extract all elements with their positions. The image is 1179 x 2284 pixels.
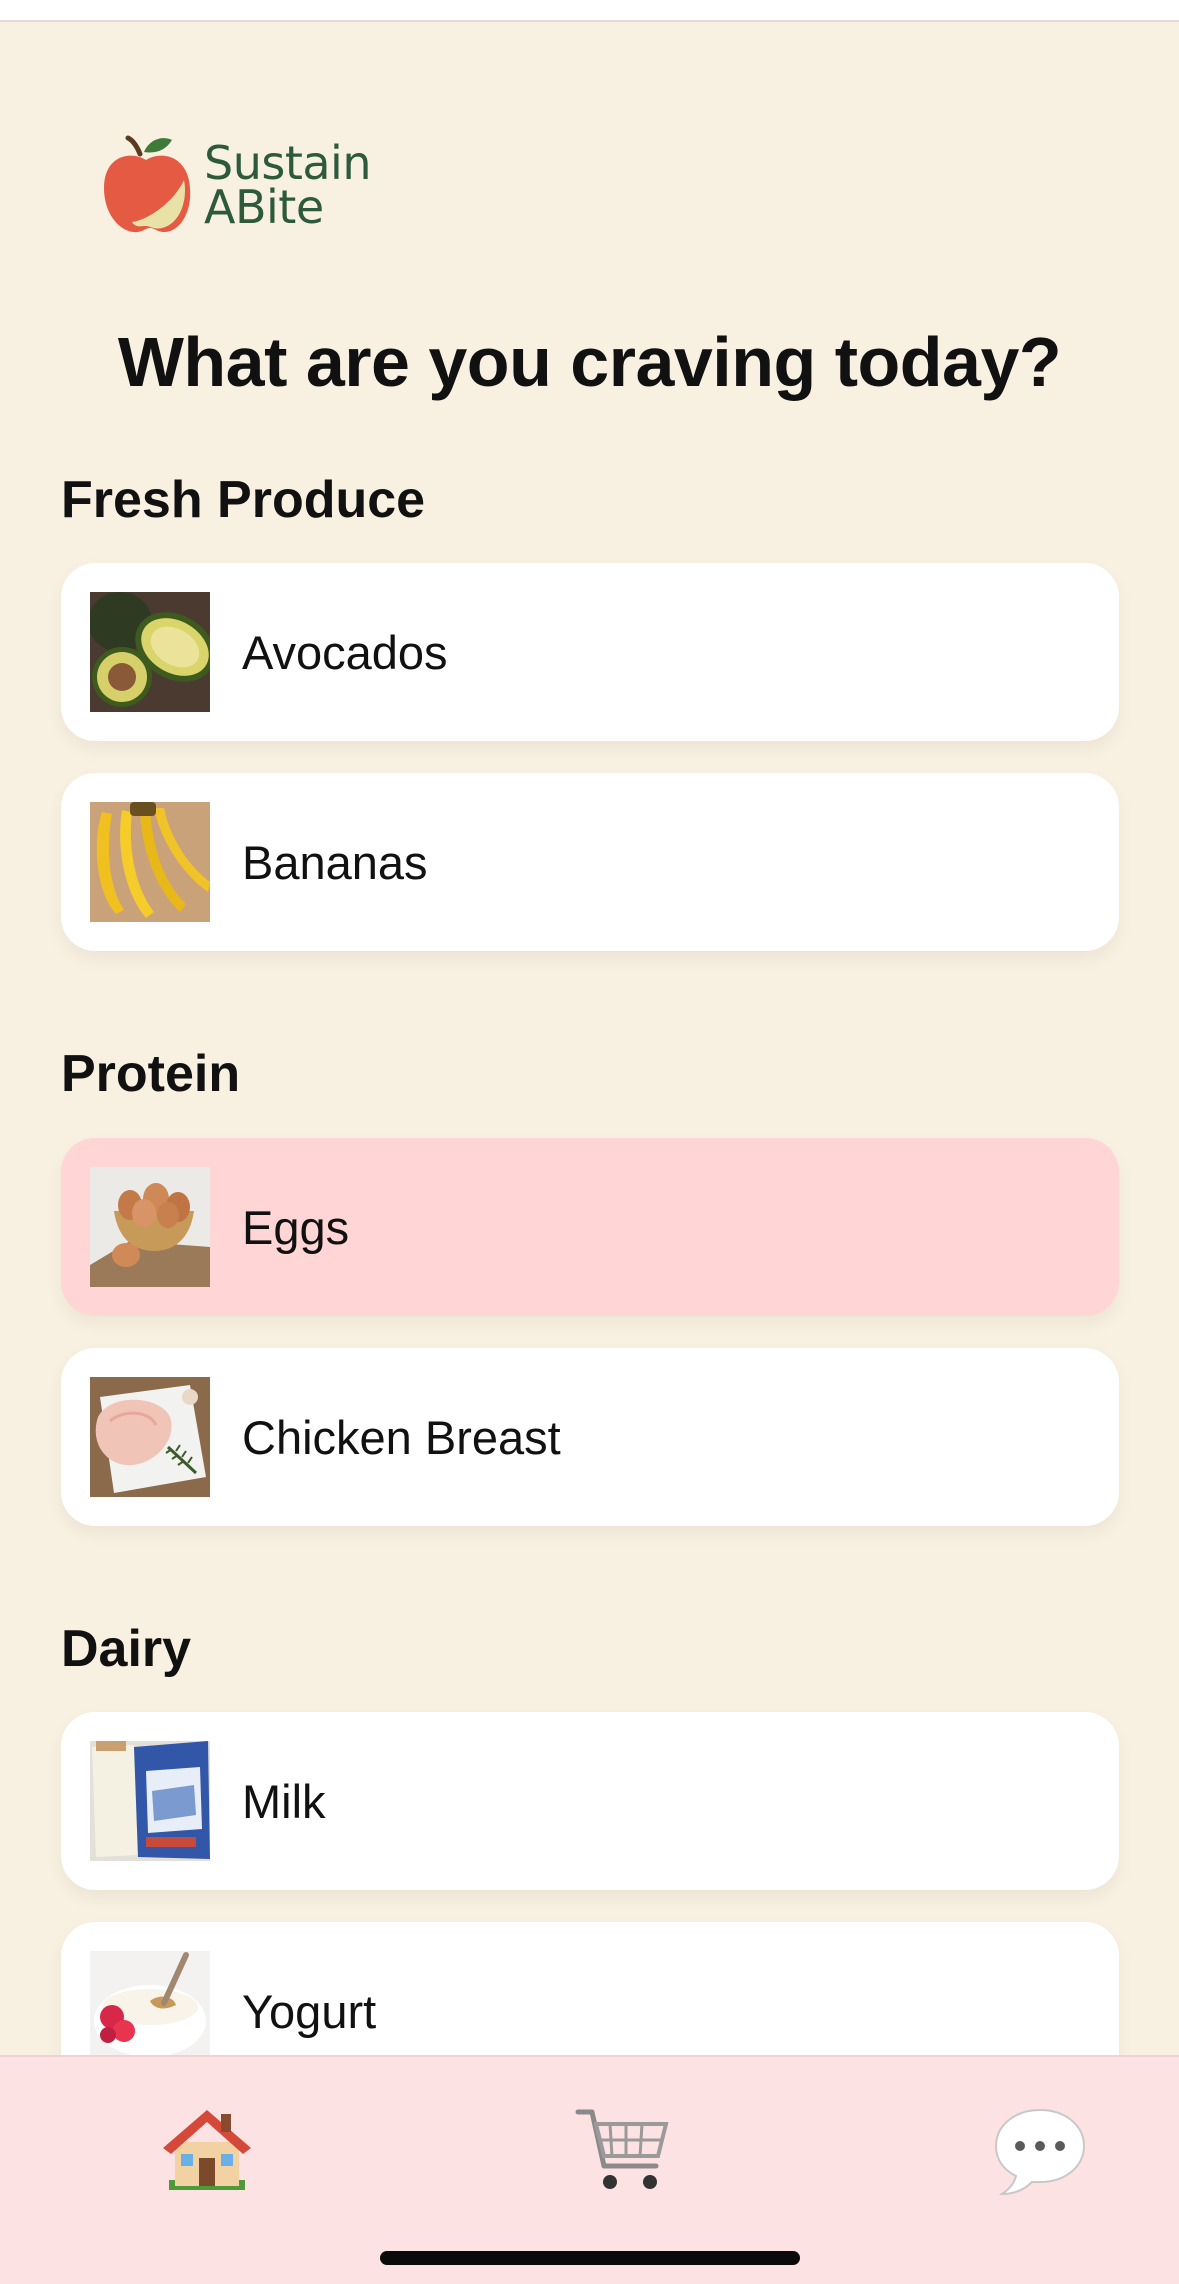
- logo-line-1: Sustain: [204, 135, 371, 190]
- milk-image: [90, 1741, 210, 1861]
- app-logo: Sustain ABite: [100, 132, 371, 237]
- food-item-eggs[interactable]: Eggs: [61, 1138, 1119, 1316]
- nav-cart-button[interactable]: [567, 2095, 677, 2205]
- banana-image: [90, 802, 210, 922]
- avocado-image: [90, 592, 210, 712]
- food-item-label: Yogurt: [242, 1984, 377, 2038]
- food-item-milk[interactable]: Milk: [61, 1712, 1119, 1890]
- food-item-avocados[interactable]: Avocados: [61, 563, 1119, 741]
- food-item-label: Bananas: [242, 835, 428, 889]
- app-name: Sustain ABite: [204, 135, 371, 234]
- section-title-dairy: Dairy: [61, 1620, 192, 1678]
- food-item-chicken-breast[interactable]: Chicken Breast: [61, 1348, 1119, 1526]
- shopping-cart-icon: [575, 2109, 669, 2189]
- bottom-nav-bar: [0, 2055, 1179, 2284]
- section-title-fresh-produce: Fresh Produce: [61, 471, 426, 529]
- food-item-label: Milk: [242, 1774, 326, 1828]
- status-bar-divider: [0, 0, 1179, 22]
- nav-home-button[interactable]: [152, 2095, 262, 2205]
- food-item-label: Avocados: [242, 625, 448, 679]
- chicken-breast-image: [90, 1377, 210, 1497]
- food-item-bananas[interactable]: Bananas: [61, 773, 1119, 951]
- nav-chat-button[interactable]: [985, 2095, 1095, 2205]
- page-title: What are you craving today?: [117, 323, 1062, 401]
- home-indicator[interactable]: [380, 2251, 800, 2265]
- food-item-label: Chicken Breast: [242, 1410, 561, 1464]
- house-icon: [163, 2110, 251, 2190]
- speech-bubble-icon: [994, 2108, 1086, 2196]
- yogurt-image: [90, 1951, 210, 2071]
- eggs-image: [90, 1167, 210, 1287]
- section-title-protein: Protein: [61, 1045, 241, 1103]
- logo-line-2: ABite: [204, 179, 324, 234]
- apple-logo-icon: [104, 135, 191, 233]
- food-item-label: Eggs: [242, 1200, 350, 1254]
